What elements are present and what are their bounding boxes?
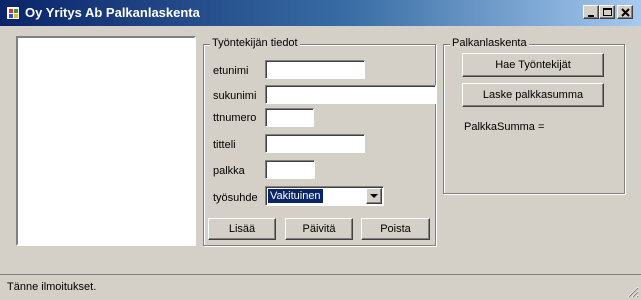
minimize-button[interactable] bbox=[583, 5, 599, 19]
etunimi-input[interactable] bbox=[265, 60, 365, 79]
sukunimi-input[interactable] bbox=[265, 85, 436, 104]
employee-listbox[interactable] bbox=[16, 36, 196, 246]
add-button[interactable]: Lisää bbox=[208, 218, 276, 240]
tyosuhde-combobox[interactable]: Vakituinen bbox=[265, 186, 384, 206]
maximize-icon bbox=[603, 8, 612, 16]
tyosuhde-label: työsuhde bbox=[213, 192, 258, 204]
ttnumero-label: ttnumero bbox=[213, 112, 257, 124]
app-icon bbox=[6, 6, 20, 20]
title-bar[interactable]: Oy Yritys Ab Palkanlaskenta bbox=[0, 0, 641, 26]
salary-sum-label: PalkkaSumma = bbox=[464, 121, 545, 133]
payroll-legend: Palkanlaskenta bbox=[450, 37, 529, 49]
tyosuhde-selected-value: Vakituinen bbox=[268, 189, 323, 203]
status-text: Tänne ilmoitukset. bbox=[7, 281, 97, 293]
palkka-label: palkka bbox=[213, 165, 245, 177]
ttnumero-input[interactable] bbox=[265, 108, 314, 127]
etunimi-label: etunimi bbox=[213, 65, 249, 77]
employee-details-legend: Työntekijän tiedot bbox=[210, 37, 300, 49]
tyosuhde-dropdown-button[interactable] bbox=[366, 188, 382, 204]
palkka-input[interactable] bbox=[265, 160, 315, 179]
minimize-icon bbox=[588, 15, 594, 17]
update-button[interactable]: Päivitä bbox=[285, 218, 353, 240]
window-title: Oy Yritys Ab Palkanlaskenta bbox=[25, 5, 200, 20]
close-icon bbox=[621, 8, 630, 17]
calculate-salary-sum-button[interactable]: Laske palkkasumma bbox=[462, 83, 604, 107]
close-button[interactable] bbox=[617, 5, 633, 19]
delete-button[interactable]: Poista bbox=[361, 218, 430, 240]
status-bar: Tänne ilmoitukset. bbox=[0, 274, 641, 300]
titteli-input[interactable] bbox=[265, 134, 365, 153]
chevron-down-icon bbox=[370, 194, 378, 198]
maximize-button[interactable] bbox=[599, 5, 615, 19]
fetch-employees-button[interactable]: Hae Työntekijät bbox=[462, 53, 604, 77]
titteli-label: titteli bbox=[213, 139, 236, 151]
sukunimi-label: sukunimi bbox=[213, 90, 257, 102]
resize-grip-icon[interactable] bbox=[627, 286, 639, 298]
